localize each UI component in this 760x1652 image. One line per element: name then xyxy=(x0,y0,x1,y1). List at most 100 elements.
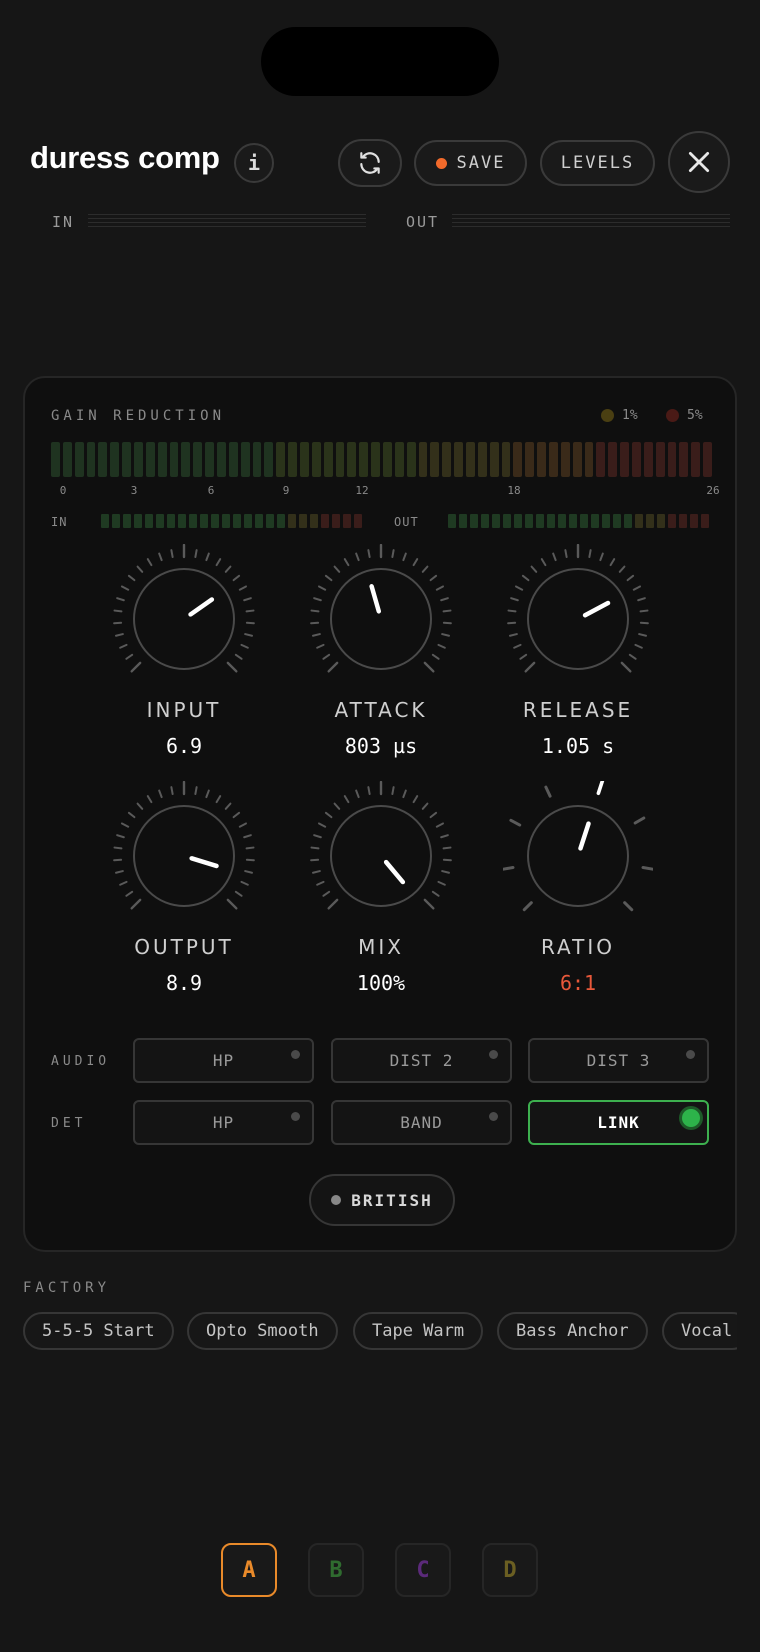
knob-tick xyxy=(402,789,407,799)
detector-segment xyxy=(591,514,599,528)
ratio-knob-label: RATIO xyxy=(540,935,616,959)
output-level-label: OUT xyxy=(406,213,440,231)
preset-chip[interactable]: Tape Warm xyxy=(353,1312,484,1350)
det-link-label: LINK xyxy=(597,1113,640,1132)
detector-segment xyxy=(492,514,500,528)
sync-button[interactable] xyxy=(338,139,402,187)
knob-tick xyxy=(626,574,635,582)
preset-strip[interactable]: 5-5-5 Start Opto Smooth Tape Warm Bass A… xyxy=(23,1312,737,1352)
knob-tick xyxy=(412,558,419,567)
levels-button[interactable]: LEVELS xyxy=(540,140,655,186)
ratio-knob[interactable] xyxy=(503,781,653,931)
slot-d-button[interactable]: D xyxy=(482,1543,538,1597)
knob-tick xyxy=(327,661,339,673)
gr-segment xyxy=(74,442,84,477)
detector-segment xyxy=(277,514,285,528)
knob-tick xyxy=(564,549,568,559)
knob-tick xyxy=(423,898,435,910)
knob-tick xyxy=(324,811,333,819)
preset-chip[interactable]: Opto Smooth xyxy=(187,1312,338,1350)
detector-segment xyxy=(332,514,340,528)
ratio-step-tick xyxy=(522,901,533,912)
knob-tick xyxy=(599,552,604,562)
det-band-toggle[interactable]: BAND xyxy=(331,1100,512,1145)
knob-tick xyxy=(437,643,446,649)
knob-tick xyxy=(318,822,327,828)
knob-body xyxy=(133,805,235,907)
knob-tick xyxy=(125,890,134,897)
gr-segment xyxy=(477,442,487,477)
knob-tick xyxy=(240,880,249,886)
det-hp-toggle[interactable]: HP xyxy=(133,1100,314,1145)
legend-dot-1 xyxy=(601,409,614,422)
knob-tick xyxy=(136,565,144,573)
ratio-step-tick xyxy=(633,816,646,825)
input-knob-value: 6.9 xyxy=(165,734,203,758)
release-knob[interactable] xyxy=(503,544,653,694)
knob-tick xyxy=(244,870,253,874)
output-knob-dial xyxy=(113,781,255,910)
det-link-toggle[interactable]: LINK xyxy=(528,1100,709,1145)
preset-chip[interactable]: 5-5-5 Start xyxy=(23,1312,174,1350)
info-button[interactable]: i xyxy=(234,143,274,183)
attack-knob[interactable] xyxy=(306,544,456,694)
knob-tick xyxy=(435,822,444,828)
save-button[interactable]: SAVE xyxy=(414,140,527,186)
knob-tick xyxy=(238,585,247,591)
british-character-button[interactable]: BRITISH xyxy=(309,1174,455,1226)
knob-tick xyxy=(245,846,255,850)
knob-tick xyxy=(121,822,130,828)
slot-c-button[interactable]: C xyxy=(395,1543,451,1597)
gr-segment xyxy=(169,442,179,477)
gr-segment xyxy=(86,442,96,477)
ratio-knob-value: 6:1 xyxy=(559,971,597,995)
knob-tick xyxy=(509,633,518,637)
input-knob[interactable] xyxy=(109,544,259,694)
detector-segment xyxy=(178,514,186,528)
preset-chip[interactable]: Bass Anchor xyxy=(497,1312,648,1350)
legend-label-2: 5% xyxy=(687,408,703,423)
detector-segment xyxy=(233,514,241,528)
slot-b-button[interactable]: B xyxy=(308,1543,364,1597)
character-indicator-dot xyxy=(331,1195,342,1205)
knob-tick xyxy=(510,597,519,602)
audio-hp-toggle[interactable]: HP xyxy=(133,1038,314,1083)
knob-tick xyxy=(113,846,123,850)
knob-tick xyxy=(355,789,360,799)
gr-segment xyxy=(596,442,606,477)
knob-tick xyxy=(402,552,407,562)
knob-tick xyxy=(355,552,360,562)
close-icon xyxy=(688,151,710,173)
gr-segment xyxy=(228,442,238,477)
detector-segment xyxy=(701,514,709,528)
gr-segment xyxy=(98,442,108,477)
close-button[interactable] xyxy=(668,131,730,193)
detector-segment xyxy=(569,514,577,528)
legend-item-2: 5% xyxy=(666,408,703,423)
ratio-step-tick xyxy=(596,781,605,796)
knob-tick xyxy=(116,834,125,839)
det-band-label: BAND xyxy=(400,1113,443,1132)
gr-segment xyxy=(51,442,60,477)
knob-tick xyxy=(232,574,241,582)
gr-segment xyxy=(406,442,416,477)
preset-chip[interactable]: Vocal xyxy=(662,1312,737,1350)
audio-dist3-toggle[interactable]: DIST 3 xyxy=(528,1038,709,1083)
detector-segment xyxy=(112,514,120,528)
detector-segment xyxy=(558,514,566,528)
gr-segment xyxy=(347,442,357,477)
gr-segment xyxy=(394,442,404,477)
gr-segment xyxy=(418,442,428,477)
output-knob[interactable] xyxy=(109,781,259,931)
knob-tick xyxy=(116,597,125,602)
knob-tick xyxy=(437,880,446,886)
audio-dist2-toggle[interactable]: DIST 2 xyxy=(331,1038,512,1083)
knob-tick xyxy=(127,811,136,819)
gr-segment xyxy=(205,442,214,477)
mix-knob[interactable] xyxy=(306,781,456,931)
detector-segment xyxy=(459,514,467,528)
slot-a-button[interactable]: A xyxy=(221,1543,277,1597)
gr-segment xyxy=(264,442,274,477)
knob-tick xyxy=(232,811,241,819)
detector-segment xyxy=(547,514,555,528)
